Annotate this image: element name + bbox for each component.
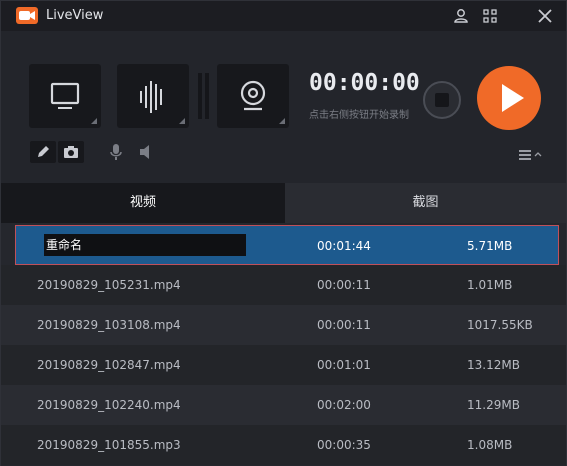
item-duration: 00:02:00	[317, 398, 371, 412]
snapshot-button[interactable]	[58, 141, 84, 163]
play-icon	[502, 84, 524, 112]
item-size: 13.12MB	[467, 358, 520, 372]
audio-level-meter	[198, 73, 209, 119]
camera-source-button[interactable]	[217, 64, 289, 128]
audio-source-button[interactable]	[117, 64, 189, 128]
grid-menu-icon[interactable]	[481, 7, 499, 25]
close-icon[interactable]	[536, 7, 554, 25]
item-size: 11.29MB	[467, 398, 520, 412]
screen-source-button[interactable]	[29, 64, 101, 128]
start-record-button[interactable]	[477, 66, 541, 130]
item-size: 1.01MB	[467, 278, 513, 292]
list-menu-icon[interactable]	[517, 147, 543, 163]
item-duration: 00:01:01	[317, 358, 371, 372]
tab-video[interactable]: 视频	[1, 183, 285, 223]
stop-icon	[435, 93, 449, 107]
list-item[interactable]: 20190829_102240.mp4 00:02:00 11.29MB	[1, 385, 566, 425]
microphone-icon[interactable]	[108, 141, 124, 163]
app-title: LiveView	[46, 8, 104, 23]
item-filename: 20190829_101855.mp3	[37, 438, 181, 452]
recording-list: 重命名 00:01:44 5.71MB 20190829_105231.mp4 …	[1, 223, 566, 466]
item-size: 1.08MB	[467, 438, 513, 452]
record-hint: 点击右侧按钮开始录制	[309, 110, 409, 121]
recording-timer: 00:00:00	[309, 70, 420, 96]
tab-screenshots[interactable]: 截图	[285, 183, 566, 223]
list-item[interactable]: 20190829_101855.mp3 00:00:35 1.08MB	[1, 425, 566, 465]
recording-controls: 00:00:00 点击右侧按钮开始录制	[1, 31, 566, 183]
item-filename: 20190829_105231.mp4	[37, 278, 181, 292]
item-duration: 00:00:35	[317, 438, 371, 452]
media-tabs: 视频 截图	[1, 183, 566, 223]
item-filename: 20190829_102240.mp4	[37, 398, 181, 412]
list-item[interactable]: 重命名 00:01:44 5.71MB	[15, 225, 559, 265]
camera-snapshot-icon	[64, 146, 78, 158]
stop-button[interactable]	[423, 81, 461, 119]
list-item[interactable]: 20190829_105231.mp4 00:00:11 1.01MB	[1, 265, 566, 305]
camera-logo-icon	[16, 7, 38, 24]
title-bar: LiveView	[1, 1, 566, 31]
app-window: LiveView 00:00:00 点击右侧按钮开始录制 视频 截图 重命名 0…	[0, 0, 567, 466]
speaker-icon[interactable]	[137, 141, 155, 163]
item-size: 5.71MB	[467, 239, 513, 253]
list-item[interactable]: 20190829_102847.mp4 00:01:01 13.12MB	[1, 345, 566, 385]
rename-input[interactable]: 重命名	[44, 234, 246, 256]
list-item[interactable]: 20190829_103108.mp4 00:00:11 1017.55KB	[1, 305, 566, 345]
item-duration: 00:00:11	[317, 278, 371, 292]
item-filename: 20190829_102847.mp4	[37, 358, 181, 372]
pen-icon	[38, 146, 49, 157]
user-icon[interactable]	[452, 7, 470, 25]
item-duration: 00:01:44	[317, 239, 371, 253]
annotate-pen-button[interactable]	[30, 141, 56, 163]
item-filename: 20190829_103108.mp4	[37, 318, 181, 332]
item-duration: 00:00:11	[317, 318, 371, 332]
item-size: 1017.55KB	[467, 318, 533, 332]
